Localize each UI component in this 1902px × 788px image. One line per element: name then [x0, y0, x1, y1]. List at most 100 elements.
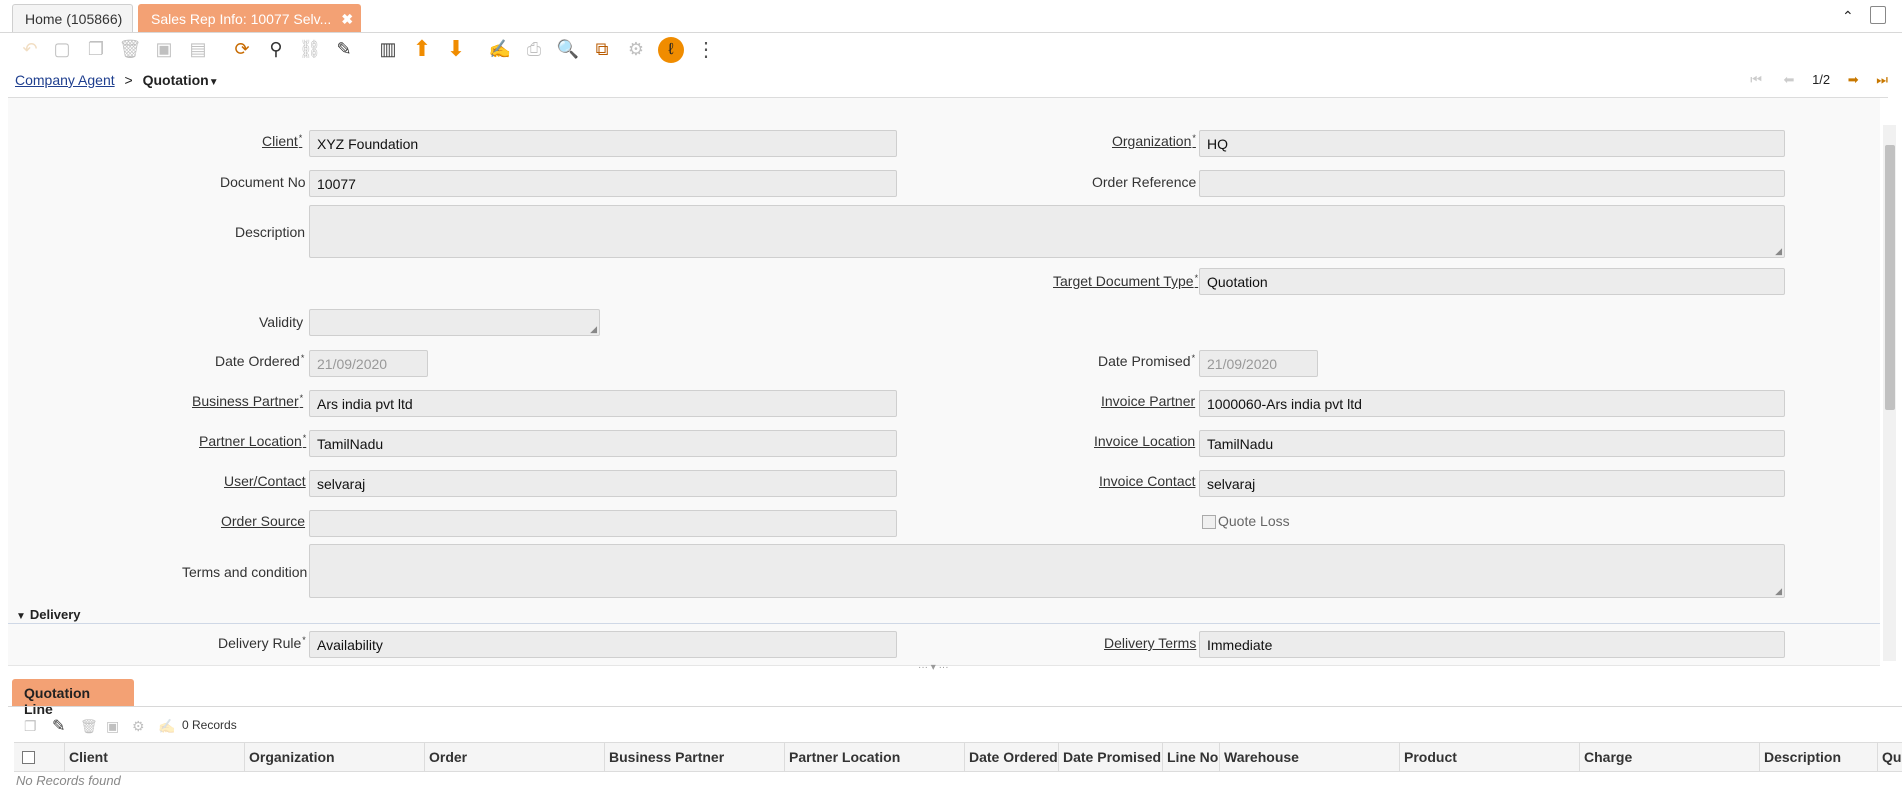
- order-reference-field[interactable]: [1199, 170, 1785, 197]
- delete-icon[interactable]: 🗑: [118, 37, 142, 61]
- breadcrumb-current[interactable]: Quotation: [143, 72, 209, 88]
- first-record-icon[interactable]: ⏮: [1750, 72, 1762, 87]
- validity-field[interactable]: ◢: [309, 309, 600, 336]
- grid-column-header[interactable]: Organization: [244, 743, 424, 772]
- invoice-location-field[interactable]: TamilNadu: [1199, 430, 1785, 457]
- arrow-down-icon[interactable]: ⬇: [444, 36, 468, 61]
- target-doc-type-field[interactable]: Quotation: [1199, 268, 1785, 295]
- resize-grip-icon[interactable]: ◢: [1775, 247, 1782, 256]
- terms-label: Terms and condition: [182, 564, 308, 580]
- records-count: 0 Records: [182, 718, 237, 732]
- invoice-partner-field[interactable]: 1000060-Ars india pvt ltd: [1199, 390, 1785, 417]
- delivery-section-header[interactable]: ▼ Delivery: [8, 604, 1880, 624]
- detail-edit-disabled-icon[interactable]: ✍: [158, 718, 175, 735]
- resize-grip-icon[interactable]: ◢: [1775, 587, 1782, 596]
- detail-delete-icon[interactable]: 🗑: [80, 718, 98, 735]
- select-all-checkbox[interactable]: [22, 751, 35, 764]
- tab-active-label: Sales Rep Info: 10077 Selv...: [151, 11, 332, 27]
- target-doc-type-label: Target Document Type: [1053, 273, 1198, 289]
- grid-column-header[interactable]: Partner Location: [784, 743, 964, 772]
- collapse-triangle-icon: ▼: [16, 611, 26, 622]
- delivery-rule-field[interactable]: Availability: [309, 631, 897, 658]
- form-scroll-thumb[interactable]: [1885, 145, 1895, 410]
- breadcrumb-parent-link[interactable]: Company Agent: [15, 72, 115, 88]
- close-icon[interactable]: ✖: [341, 11, 353, 27]
- delivery-rule-label: Delivery Rule: [218, 635, 306, 651]
- help-icon[interactable]: ℓ: [658, 37, 684, 63]
- date-promised-field[interactable]: 21/09/2020: [1199, 350, 1318, 377]
- date-ordered-field[interactable]: 21/09/2020: [309, 350, 428, 377]
- grid-column-header[interactable]: Qu: [1877, 743, 1902, 772]
- workflow-icon[interactable]: ⧉: [590, 37, 614, 61]
- next-record-icon[interactable]: ➡: [1848, 72, 1859, 87]
- search-icon[interactable]: ⚲: [264, 37, 288, 61]
- tab-quotation-line[interactable]: Quotation Line: [12, 679, 134, 717]
- no-records-message: No Records found: [16, 773, 121, 788]
- caret-down-icon[interactable]: ▼: [209, 77, 219, 88]
- detail-new-icon[interactable]: ❐: [24, 718, 37, 735]
- partner-location-label: Partner Location: [199, 433, 306, 449]
- client-field[interactable]: XYZ Foundation: [309, 130, 897, 157]
- panel-splitter[interactable]: ··· ▾ ···: [8, 662, 1880, 675]
- organization-label: Organization: [1112, 133, 1196, 149]
- window-icon[interactable]: [1870, 6, 1886, 24]
- delivery-terms-field[interactable]: Immediate: [1199, 631, 1785, 658]
- grid-column-header[interactable]: Line No: [1162, 743, 1219, 772]
- grid-column-header[interactable]: Date Promised: [1058, 743, 1162, 772]
- detail-save-icon[interactable]: ▣: [106, 718, 119, 735]
- last-record-icon[interactable]: ⏭: [1876, 72, 1888, 87]
- edit-icon[interactable]: ✎: [332, 37, 356, 61]
- grid-column-header[interactable]: Description: [1759, 743, 1877, 772]
- grid-toggle-icon[interactable]: ▥: [376, 37, 400, 61]
- invoice-contact-field[interactable]: selvaraj: [1199, 470, 1785, 497]
- delivery-terms-label: Delivery Terms: [1104, 635, 1197, 651]
- grid-column-header[interactable]: Client: [64, 743, 244, 772]
- previous-record-icon[interactable]: ⬅: [1784, 72, 1795, 87]
- copy-icon[interactable]: ❐: [84, 37, 108, 61]
- refresh-icon[interactable]: ⟳: [230, 37, 254, 61]
- zoom-icon[interactable]: 🔍: [556, 37, 580, 61]
- terms-field[interactable]: ◢: [309, 544, 1785, 598]
- organization-field[interactable]: HQ: [1199, 130, 1785, 157]
- grid-column-header[interactable]: Order: [424, 743, 604, 772]
- attachment-icon[interactable]: ⛓: [298, 37, 322, 61]
- breadcrumb-separator: >: [124, 72, 133, 88]
- grid-column-header[interactable]: Charge: [1579, 743, 1759, 772]
- undo-icon[interactable]: ↶: [18, 37, 42, 61]
- new-record-icon[interactable]: ▢: [50, 37, 74, 61]
- invoice-partner-label: Invoice Partner: [1101, 393, 1196, 409]
- grid-column-header[interactable]: Date Ordered: [964, 743, 1058, 772]
- report-icon[interactable]: ✍: [488, 37, 512, 61]
- detail-edit-icon[interactable]: ✎: [52, 716, 65, 736]
- document-no-label: Document No: [220, 174, 306, 190]
- partner-location-field[interactable]: TamilNadu: [309, 430, 897, 457]
- resize-grip-icon[interactable]: ◢: [590, 325, 597, 334]
- description-field[interactable]: ◢: [309, 205, 1785, 258]
- collapse-up-icon[interactable]: ⌃: [1842, 8, 1854, 25]
- print-icon[interactable]: ⎙: [522, 37, 546, 61]
- arrow-up-icon[interactable]: ⬆: [410, 36, 434, 61]
- process-icon[interactable]: ⚙: [624, 37, 648, 61]
- detail-process-icon[interactable]: ⚙: [132, 718, 145, 735]
- description-label: Description: [235, 224, 306, 240]
- invoice-contact-label: Invoice Contact: [1099, 473, 1196, 489]
- save-icon[interactable]: ▣: [152, 37, 176, 61]
- business-partner-field[interactable]: Ars india pvt ltd: [309, 390, 897, 417]
- user-contact-field[interactable]: selvaraj: [309, 470, 897, 497]
- document-no-field[interactable]: 10077: [309, 170, 897, 197]
- business-partner-label: Business Partner: [192, 393, 303, 409]
- grid-column-header[interactable]: Warehouse: [1219, 743, 1399, 772]
- more-menu-icon[interactable]: ⋮: [694, 37, 718, 61]
- invoice-location-label: Invoice Location: [1094, 433, 1196, 449]
- save-new-icon[interactable]: ▤: [186, 37, 210, 61]
- user-contact-label: User/Contact: [224, 473, 306, 489]
- grid-column-header[interactable]: Product: [1399, 743, 1579, 772]
- splitter-handle-icon[interactable]: ··· ▾ ···: [918, 662, 949, 673]
- order-source-field[interactable]: [309, 510, 897, 537]
- tab-home[interactable]: Home (105866): [12, 4, 133, 32]
- grid-column-header[interactable]: Business Partner: [604, 743, 784, 772]
- tab-sales-rep-info[interactable]: Sales Rep Info: 10077 Selv... ✖: [138, 4, 361, 32]
- validity-label: Validity: [259, 314, 304, 330]
- quote-loss-checkbox[interactable]: [1202, 515, 1216, 529]
- date-ordered-label: Date Ordered: [215, 353, 304, 369]
